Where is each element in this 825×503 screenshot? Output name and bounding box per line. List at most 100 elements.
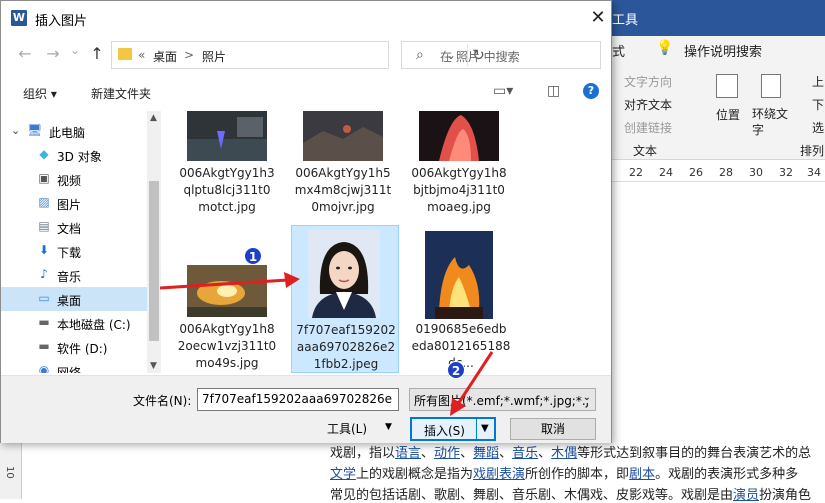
document-text-run: 、 [421,446,435,461]
document-hyperlink[interactable]: 语言 [395,446,421,461]
document-hyperlink[interactable]: 动作 [434,446,460,461]
picture-icon: ▨ [38,195,50,209]
recent-locations-chevron-icon[interactable]: ⌄ [65,43,85,57]
computer-icon: 🖥 [27,123,43,137]
sidebar-item-label: 软件 (D:) [57,342,108,356]
filename-input[interactable]: 7f707eaf159202aaa69702826e [197,388,399,411]
document-hyperlink[interactable]: 戏剧表演 [473,467,525,482]
document-paragraph-line: 常见的包括话剧、歌剧、舞剧、音乐剧、木偶戏、皮影戏等。戏剧是由演员扮演角色 [330,484,811,503]
breadcrumb-separator[interactable]: > [184,48,194,62]
sidebar-scrollbar[interactable]: ▲ ▼ [147,111,161,373]
drive-icon: ▬ [38,339,50,353]
document-hyperlink[interactable]: 文学 [330,467,356,482]
sidebar-scroll-thumb[interactable] [149,181,159,341]
new-folder-button[interactable]: 新建文件夹 [91,85,151,102]
ribbon-tab-tools[interactable]: 工具 [612,9,638,28]
ribbon-tab-format[interactable]: 式 [612,41,625,60]
sidebar-item-label: 下载 [57,246,82,260]
insert-dropdown-icon[interactable]: ▼ [481,423,489,434]
preview-pane-icon[interactable]: ◫ [547,83,560,99]
sidebar-item-label: 本地磁盘 (C:) [57,318,131,332]
back-arrow-icon[interactable]: ← [15,44,35,63]
document-text-run: 戏剧，指以 [330,446,396,461]
music-icon: ♪ [40,267,48,281]
ruler-tick: 34 [807,166,821,179]
send-backward-button[interactable]: 下 [812,96,824,113]
close-button[interactable]: ✕ [587,7,609,29]
sidebar-item-network[interactable]: ◉ 网络 [1,359,147,374]
document-text-run: 、 [460,446,474,461]
expand-chevron-icon[interactable]: ⌄ [11,124,20,137]
file-item[interactable]: 006AkgtYgy1h3 qlptu8lcj311t0 motct.jpg [173,111,281,257]
breadcrumb-overflow[interactable]: « [138,48,145,62]
file-type-select[interactable]: 所有图片(*.emf;*.wmf;*.jpg;*.j ⌄ [409,388,596,411]
file-item-selected[interactable]: 7f707eaf159202 aaa69702826e2 1fbb2.jpeg [291,225,399,373]
position-icon [716,74,738,98]
align-text-button[interactable]: 对齐文本 [624,96,672,113]
sidebar-item-label: 网络 [57,366,82,373]
file-list: 006AkgtYgy1h3 qlptu8lcj311t0 motct.jpg 006… [163,111,543,373]
sidebar-item-video[interactable]: ▣ 视频 [1,167,147,191]
sidebar-item-pc[interactable]: ⌄ 🖥 此电脑 [1,119,147,143]
search-box[interactable]: ⌕ 在 照片 中搜索 [401,41,601,69]
document-hyperlink[interactable]: 木偶 [551,446,577,461]
desktop-icon: ▭ [38,291,50,305]
forward-arrow-icon[interactable]: → [43,44,63,63]
up-arrow-icon[interactable]: ↑ [87,44,107,63]
breadcrumb-desktop[interactable]: 桌面 [153,48,177,65]
command-toolbar: 组织 ▾ 新建文件夹 ▭▾ ◫ ? [1,77,611,107]
position-button[interactable]: 位置 [716,106,740,123]
cube-icon: ◆ [39,147,49,161]
sidebar-item-label: 桌面 [57,294,82,308]
sidebar-item-music[interactable]: ♪ 音乐 [1,263,147,287]
insert-button[interactable]: 插入(S) ▼ [410,417,496,441]
ruler-tick: 28 [719,166,733,179]
sidebar-item-c[interactable]: ▬ 本地磁盘 (C:) [1,311,147,335]
document-hyperlink[interactable]: 剧本 [629,467,655,482]
create-link-button[interactable]: 创建链接 [624,119,672,136]
file-type-value: 所有图片(*.emf;*.wmf;*.jpg;*.j [414,394,589,408]
breadcrumb-photos[interactable]: 照片 [202,48,226,65]
address-bar[interactable]: « 桌面 > 照片 ⌄ ↻ [111,41,485,69]
group-label-arrange: 排列 [800,144,825,158]
sidebar-item-downloads[interactable]: ⬇ 下载 [1,239,147,263]
file-name: 7f707eaf159202 aaa69702826e2 1fbb2.jpeg [296,323,396,371]
document-text-run: 、 [538,446,552,461]
cancel-button[interactable]: 取消 [510,418,596,440]
vertical-ruler-tick: 10 [4,466,15,479]
scroll-down-arrow-icon[interactable]: ▼ [150,361,157,371]
navigation-pane: ⌄ 🖥 此电脑 ◆ 3D 对象 ▣ 视频 ▨ 图片 ▤ 文档 ⬇ 下载 ♪ 音乐 ▭ 桌面 ▬ 本地磁盘 (C:) ▬… [1,111,161,373]
dialog-footer: 文件名(N): 7f707eaf159202aaa69702826e 所有图片(… [1,375,611,443]
text-direction-button[interactable]: 文字方向 [624,73,672,90]
bring-forward-button[interactable]: 上 [812,73,824,90]
document-hyperlink[interactable]: 演员 [733,488,759,503]
group-label-text: 文本 [633,144,658,158]
ruler-tick: 30 [749,166,763,179]
video-icon: ▣ [38,171,50,185]
document-text-run: 所创作的脚本，即 [525,467,630,482]
sidebar-item-pictures[interactable]: ▨ 图片 [1,191,147,215]
selection-pane-button[interactable]: 选 [812,119,824,136]
title-bar[interactable]: W 插入图片 ✕ [1,1,611,35]
organize-button[interactable]: 组织 ▾ [23,85,57,102]
tell-me-search[interactable]: 操作说明搜索 [684,41,762,60]
help-icon[interactable]: ? [583,83,599,99]
search-input[interactable]: 在 照片 中搜索 [440,48,520,65]
sidebar-item-3d[interactable]: ◆ 3D 对象 [1,143,147,167]
insert-button-label: 插入(S) [424,424,465,438]
scroll-up-arrow-icon[interactable]: ▲ [150,113,157,123]
sidebar-item-d[interactable]: ▬ 软件 (D:) [1,335,147,359]
tools-button[interactable]: 工具(L) [327,420,367,437]
document-hyperlink[interactable]: 音乐 [512,446,538,461]
document-hyperlink[interactable]: 舞蹈 [473,446,499,461]
file-name: 006AkgtYgy1h5 mx4m8cjwj311t 0mojvr.jpg [294,166,392,214]
file-item[interactable]: 006AkgtYgy1h8 2oecw1vzj311t0 mo49s.jpg [173,261,281,373]
wrap-text-button[interactable]: 环绕文字 [752,106,792,138]
sidebar-item-docs[interactable]: ▤ 文档 [1,215,147,239]
file-thumbnail [303,111,383,161]
file-item[interactable]: 0190685e6edbeda8012165188dc... [407,225,515,373]
sidebar-item-desktop[interactable]: ▭ 桌面 [1,287,147,311]
ruler-tick: 24 [659,166,673,179]
view-options-icon[interactable]: ▭▾ [493,83,513,99]
tools-dropdown-icon[interactable]: ▼ [385,422,392,432]
